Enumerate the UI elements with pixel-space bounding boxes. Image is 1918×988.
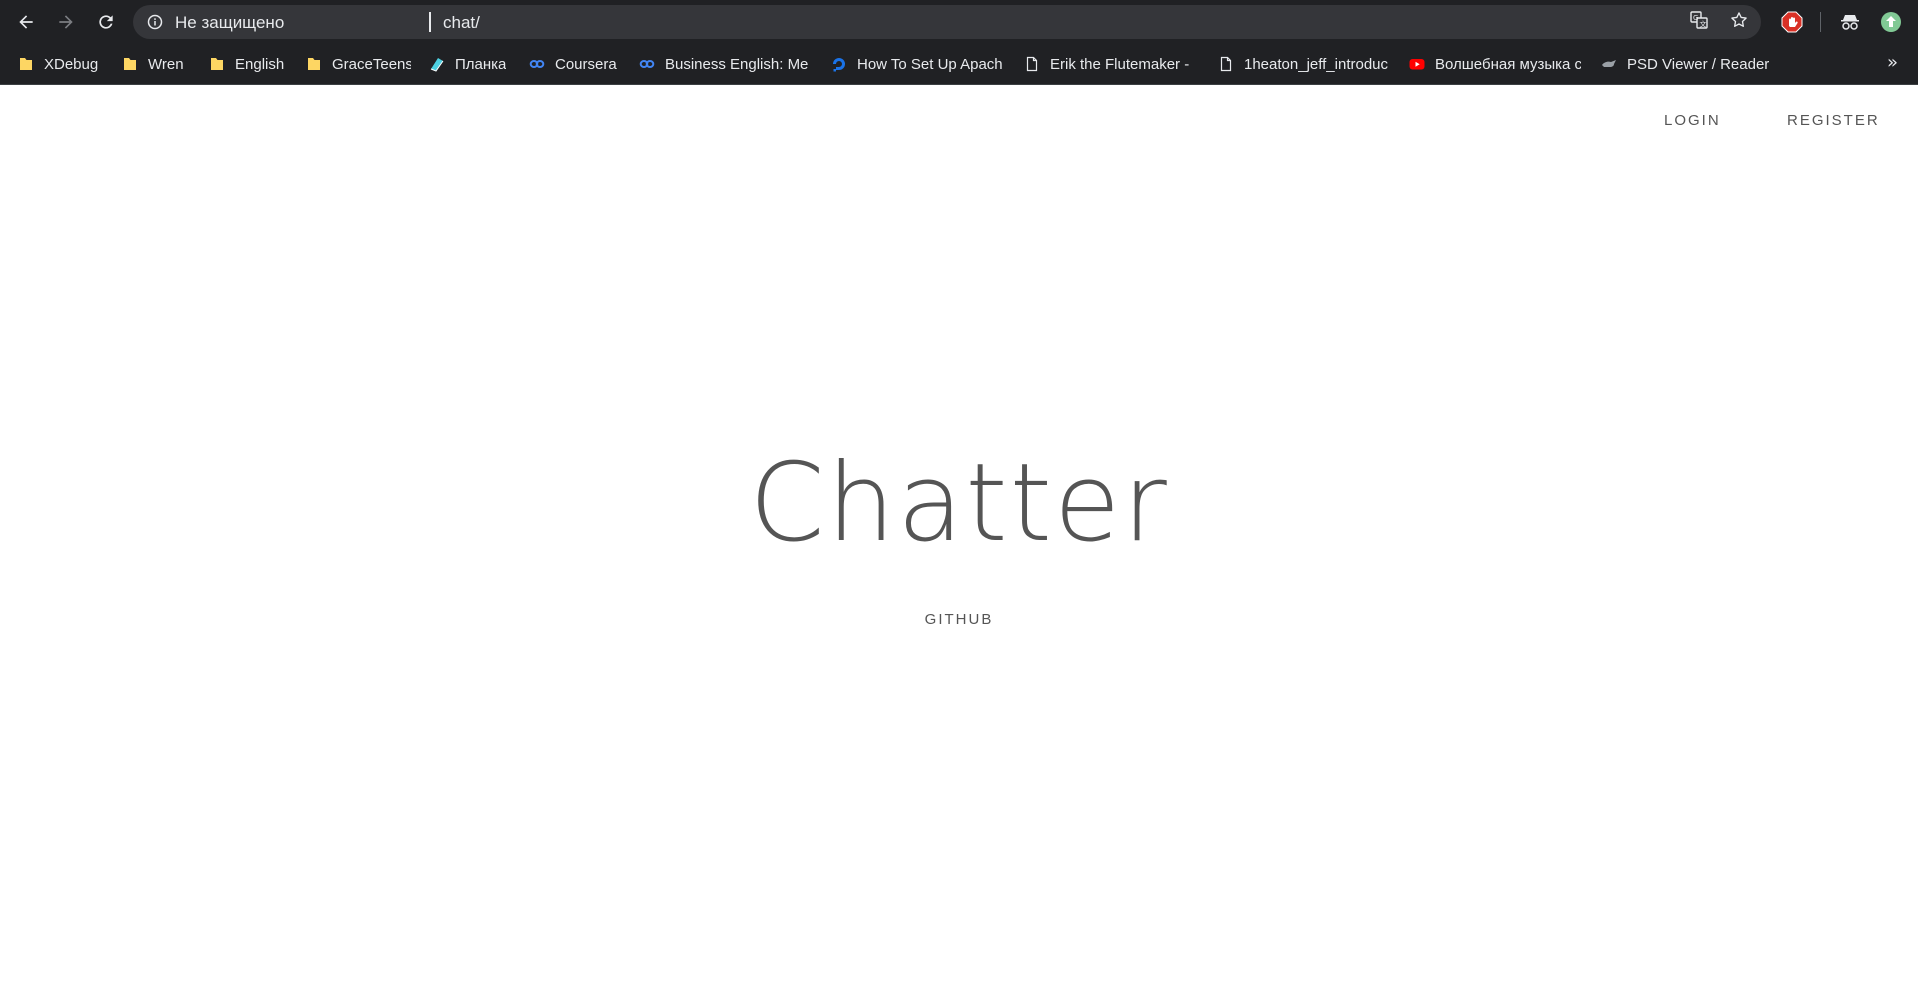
info-icon[interactable]	[147, 14, 163, 30]
reload-icon	[99, 15, 113, 29]
bookmark-planka[interactable]: Планка	[429, 53, 514, 75]
arrow-right-icon	[59, 15, 73, 29]
translate-icon[interactable]: G 文	[1689, 10, 1709, 30]
address-bar[interactable]: Не защищено chat/	[133, 5, 1761, 39]
bookmark-star-icon[interactable]	[1729, 10, 1749, 30]
youtube-icon	[1409, 59, 1425, 70]
security-label: Не защищено	[175, 13, 285, 32]
bookmark-coursera[interactable]: Coursera	[529, 53, 623, 75]
coursera-icon	[529, 60, 545, 68]
more-bookmarks-button[interactable]: »	[1887, 52, 1898, 73]
folder-icon	[211, 58, 223, 70]
psd-viewer-icon	[1602, 60, 1616, 67]
folder-icon	[20, 58, 32, 70]
forward-button[interactable]	[54, 10, 78, 34]
planka-icon	[430, 58, 444, 72]
document-icon	[1026, 56, 1038, 72]
bookmark-english[interactable]: English	[209, 53, 289, 75]
bookmarks-bar: XDebug Wren English GraceTeens Планка Co…	[0, 44, 1918, 85]
bookmark-how-to-set-up-apache[interactable]: How To Set Up Apach	[831, 53, 1003, 75]
folder-icon	[124, 58, 136, 70]
folder-icon	[308, 58, 320, 70]
bookmark-magic-music[interactable]: Волшебная музыка с	[1409, 53, 1581, 75]
toolbar-divider	[1820, 12, 1821, 32]
digitalocean-icon	[833, 58, 845, 72]
url-separator	[429, 12, 431, 32]
svg-text:文: 文	[1700, 20, 1707, 29]
url-text[interactable]: chat/	[443, 13, 480, 33]
adblock-icon[interactable]	[1781, 11, 1803, 33]
svg-text:G: G	[1693, 14, 1698, 22]
document-icon	[1220, 56, 1232, 72]
browser-toolbar: Не защищено chat/ G 文	[0, 0, 1918, 44]
bookmark-graceteens[interactable]: GraceTeens	[306, 53, 411, 75]
update-profile-icon[interactable]	[1880, 11, 1902, 33]
incognito-extension-icon[interactable]	[1839, 11, 1861, 33]
bookmark-heaton-jeff[interactable]: 1heaton_jeff_introduc	[1218, 53, 1388, 75]
bookmark-wren[interactable]: Wren	[122, 53, 190, 75]
page-content: LOGIN REGISTER Chatter GITHUB	[0, 86, 1918, 988]
github-link[interactable]: GITHUB	[0, 611, 1918, 628]
register-link[interactable]: REGISTER	[1787, 112, 1880, 129]
back-button[interactable]	[14, 10, 38, 34]
reload-button[interactable]	[94, 10, 118, 34]
bookmark-psd-viewer[interactable]: PSD Viewer / Reader	[1601, 53, 1773, 75]
coursera-icon	[639, 60, 655, 68]
bookmark-xdebug[interactable]: XDebug	[18, 53, 104, 75]
arrow-left-icon	[19, 15, 33, 29]
login-link[interactable]: LOGIN	[1664, 112, 1721, 129]
page-title: Chatter	[749, 441, 1169, 566]
bookmark-erik-the-flutemaker[interactable]: Erik the Flutemaker -	[1024, 53, 1192, 75]
bookmark-business-english[interactable]: Business English: Mee	[639, 53, 809, 75]
